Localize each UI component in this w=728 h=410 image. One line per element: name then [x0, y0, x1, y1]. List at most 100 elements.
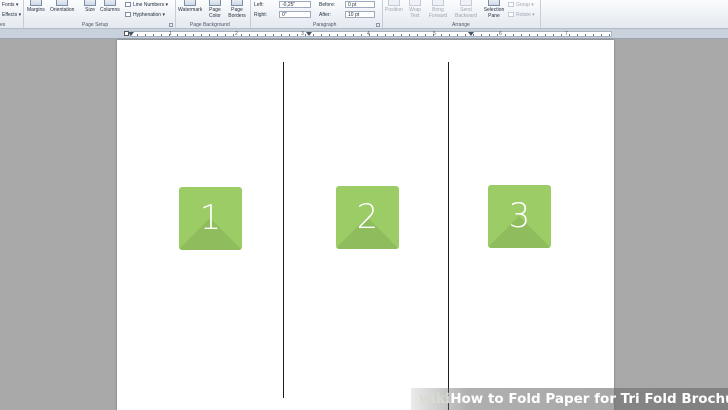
ruler-tick [489, 34, 490, 36]
orientation-button[interactable]: Orientation [50, 0, 74, 13]
hyphenation-button[interactable]: Hyphenation ▾ [125, 12, 165, 18]
ruler-tick [217, 34, 218, 36]
indent-right-field[interactable]: 0" [279, 11, 311, 18]
selection-pane-label: Selection Pane [483, 7, 505, 19]
group-label: Group [516, 2, 530, 8]
horizontal-ruler[interactable]: 1 2 3 4 5 6 7 [0, 29, 728, 39]
panel-number-badge[interactable]: 1 [179, 187, 242, 250]
ruler-tick [289, 34, 290, 36]
bring-forward-icon [432, 0, 444, 6]
ruler-tick [241, 34, 242, 36]
margins-icon [29, 0, 42, 6]
margins-button[interactable]: Margins [27, 0, 45, 13]
effects-label: Effects [2, 12, 18, 18]
group-separator [175, 0, 176, 28]
position-button[interactable]: Position [385, 0, 403, 13]
indent-left-label: Left: [254, 2, 264, 8]
ruler-tick [329, 34, 330, 36]
group-separator [382, 0, 383, 28]
ruler-tick [585, 34, 586, 36]
ruler-tick [561, 34, 562, 36]
ruler-tick [521, 34, 522, 36]
indent-left-field[interactable]: -0,25" [279, 1, 311, 8]
ruler-tick [385, 34, 386, 36]
ruler-tick [185, 34, 186, 36]
ruler-tick [449, 34, 450, 36]
size-icon [84, 0, 96, 6]
paragraph-launcher-icon[interactable] [376, 23, 380, 27]
page-color-button[interactable]: Page Color [206, 0, 224, 19]
spacing-before-field[interactable]: 0 pt [345, 1, 375, 8]
ruler-number: 3 [301, 31, 304, 37]
panel-number-badge[interactable]: 3 [488, 185, 551, 248]
ruler-tick [337, 34, 338, 36]
ruler-tick [529, 34, 530, 36]
indent-right-label: Right: [254, 12, 268, 18]
bring-forward-button[interactable]: Bring Forward [427, 0, 449, 19]
ruler-tick [249, 34, 250, 36]
ruler-tick [609, 34, 610, 36]
article-title: to Fold Paper for Tri Fold Brochures [487, 391, 728, 407]
page-background-group-label: Page Background [190, 22, 230, 28]
ruler-tick [577, 34, 578, 36]
size-label: Size [85, 7, 95, 13]
ruler-number: 7 [565, 31, 568, 37]
column-marker-icon[interactable] [468, 32, 474, 36]
ruler-tick [345, 34, 346, 36]
document-page[interactable]: 1 2 3 [117, 40, 614, 410]
page-setup-launcher-icon[interactable] [169, 23, 173, 27]
columns-button[interactable]: Columns [100, 0, 120, 13]
line-numbers-icon [125, 2, 131, 7]
watermark-icon [184, 0, 197, 6]
column-marker-icon[interactable] [306, 32, 312, 36]
ruler-tick [145, 34, 146, 36]
ruler-tick [441, 34, 442, 36]
wrap-text-label: Wrap Text [409, 7, 421, 19]
ruler-tick [377, 34, 378, 36]
effects-button[interactable]: Effects ▾ [2, 12, 21, 18]
selection-pane-button[interactable]: Selection Pane [483, 0, 505, 19]
line-numbers-button[interactable]: Line Numbers ▾ [125, 2, 168, 8]
ruler-tick [361, 34, 362, 36]
spacing-after-field[interactable]: 10 pt [345, 11, 375, 18]
group-separator [540, 0, 541, 28]
orientation-icon [56, 0, 69, 6]
fonts-button[interactable]: Fonts ▾ [2, 2, 18, 8]
send-backward-button[interactable]: Send Backward [452, 0, 480, 19]
ruler-tick [393, 34, 394, 36]
ruler-tick [465, 34, 466, 36]
page-borders-button[interactable]: Page Borders [227, 0, 247, 19]
arrange-group-label: Arrange [452, 22, 470, 28]
wrap-text-button[interactable]: Wrap Text [407, 0, 423, 19]
group-button[interactable]: Group ▾ [508, 2, 534, 8]
ruler-tick [161, 34, 162, 36]
ruler-tick [257, 34, 258, 36]
position-label: Position [385, 7, 403, 13]
page-setup-group-label: Page Setup [82, 22, 109, 28]
how-logo-text: How [450, 391, 484, 407]
ruler-tick [417, 34, 418, 36]
send-backward-icon [460, 0, 472, 6]
ruler-tick [193, 34, 194, 36]
position-icon [387, 0, 400, 6]
wikihow-title-banner: wikiHow to Fold Paper for Tri Fold Broch… [411, 388, 728, 410]
ruler-tick [425, 34, 426, 36]
paragraph-group-label: Paragraph [313, 22, 337, 28]
rotate-label: Rotate [516, 12, 531, 18]
watermark-button[interactable]: Watermark [178, 0, 202, 13]
ruler-tick [545, 34, 546, 36]
size-button[interactable]: Size [84, 0, 96, 13]
left-indent-marker-icon[interactable] [128, 32, 134, 36]
ruler-tick [265, 34, 266, 36]
wrap-text-icon [409, 0, 421, 6]
rotate-button[interactable]: Rotate ▾ [508, 12, 535, 18]
panel-number: 2 [356, 197, 379, 237]
ruler-tick [537, 34, 538, 36]
spacing-before-label: Before: [319, 2, 336, 8]
selection-pane-icon [488, 0, 500, 6]
page-borders-icon [231, 0, 243, 6]
ruler-tick [401, 34, 402, 36]
themes-group-label: es [0, 22, 6, 28]
panel-number-badge[interactable]: 2 [336, 186, 399, 249]
send-backward-label: Send Backward [455, 7, 477, 19]
